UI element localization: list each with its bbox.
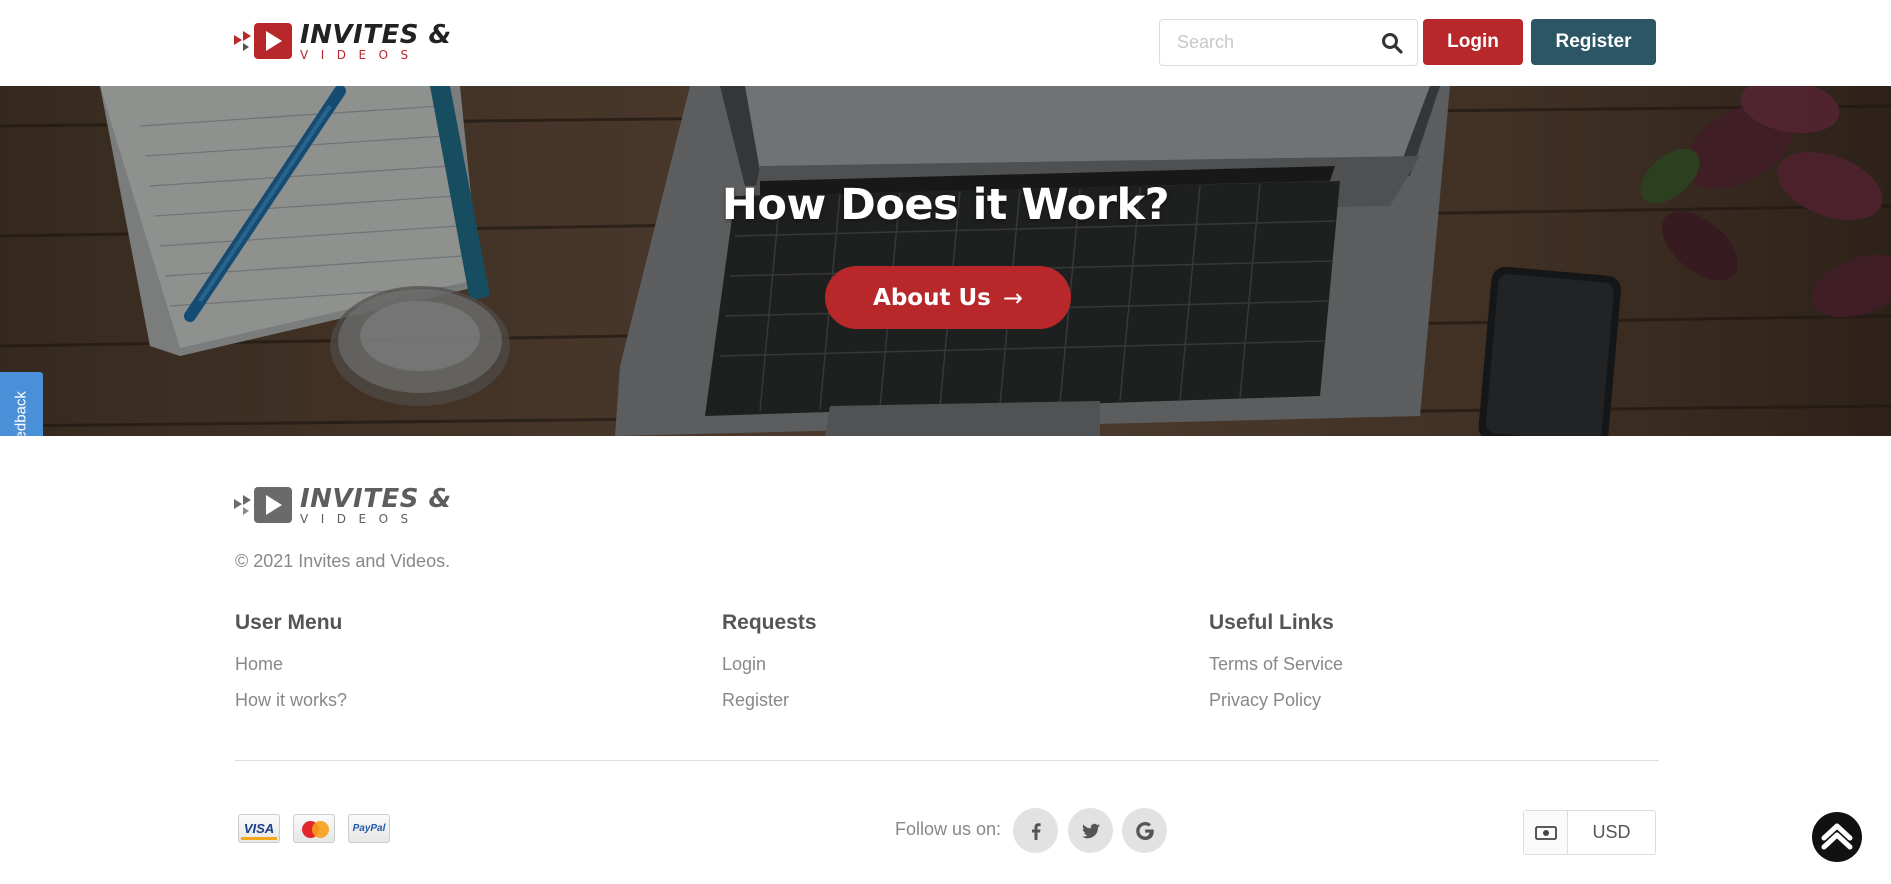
column-heading: Requests [722,611,817,634]
column-heading: Useful Links [1209,611,1334,634]
logo-line-1: INVITES & [300,19,452,50]
footer-column-useful-links: Useful Links Terms of Service Privacy Po… [1209,611,1343,726]
logo-line-2: VIDEOS [300,47,421,62]
search-input[interactable] [1160,20,1360,65]
register-button[interactable]: Register [1531,19,1656,65]
play-logo-icon [234,485,296,525]
search-icon[interactable] [1381,32,1403,54]
footer-link-login[interactable]: Login [722,654,817,675]
search-box [1159,19,1418,66]
footer-link-terms[interactable]: Terms of Service [1209,654,1343,675]
hero-title: How Does it Work? [721,180,1170,230]
site-header: INVITES & VIDEOS Login Register [0,0,1891,86]
about-us-label: About Us [873,284,991,311]
desk-background-image [0,86,1891,436]
play-logo-icon [234,21,296,61]
currency-value: USD [1592,822,1631,842]
scroll-to-top-button[interactable] [1812,812,1862,862]
currency-selector[interactable]: USD [1523,810,1656,855]
follow-us-label: Follow us on: [895,819,1002,839]
payment-methods: VISA PayPal [238,814,390,843]
column-heading: User Menu [235,611,343,634]
logo-line-2: VIDEOS [300,511,421,526]
footer-column-user-menu: User Menu Home How it works? [235,611,347,726]
footer-divider [235,760,1659,761]
money-icon [1524,811,1568,854]
feedback-tab[interactable]: Feedback [0,372,43,436]
footer-link-register[interactable]: Register [722,690,817,711]
login-button[interactable]: Login [1423,19,1523,65]
twitter-icon[interactable] [1068,808,1113,853]
google-icon[interactable] [1122,808,1167,853]
chevron-up-icon [1820,820,1854,855]
site-logo[interactable]: INVITES & VIDEOS [234,21,452,61]
feedback-label: Feedback [12,391,30,436]
footer-link-privacy[interactable]: Privacy Policy [1209,690,1343,711]
arrow-right-icon: → [1002,283,1023,312]
about-us-button[interactable]: About Us → [825,266,1071,329]
mastercard-icon [293,814,335,843]
footer-column-requests: Requests Login Register [722,611,817,726]
hero-banner: How Does it Work? About Us → Feedback [0,86,1891,436]
paypal-card-icon: PayPal [348,814,390,843]
logo-line-1: INVITES & [300,483,452,514]
footer-link-how-it-works[interactable]: How it works? [235,690,347,711]
footer-logo[interactable]: INVITES & VIDEOS [234,485,452,525]
footer-link-home[interactable]: Home [235,654,347,675]
facebook-icon[interactable] [1013,808,1058,853]
visa-card-icon: VISA [238,814,280,843]
copyright-text: © 2021 Invites and Videos. [235,551,451,571]
